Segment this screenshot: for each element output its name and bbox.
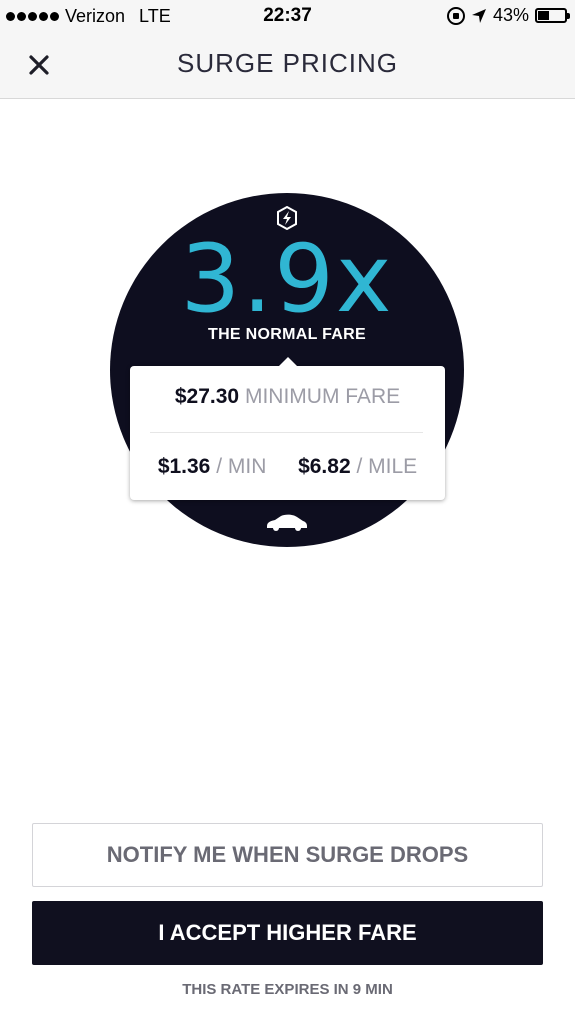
fare-breakdown-card: $27.30 MINIMUM FARE $1.36 / MIN $6.82 / …	[130, 357, 445, 500]
battery-icon	[535, 8, 570, 23]
location-arrow-icon	[471, 8, 486, 23]
card-pointer	[278, 357, 298, 367]
car-icon	[267, 514, 307, 531]
status-bar: Verizon LTE 22:37 43%	[0, 0, 575, 32]
battery-percent: 43%	[492, 5, 529, 25]
per-mile-label: / MILE	[356, 455, 418, 478]
rotation-lock-icon	[446, 6, 465, 25]
minimum-fare-value: $27.30	[174, 385, 240, 408]
nav-bar: SURGE PRICING	[0, 32, 575, 99]
per-minute-label: / MIN	[216, 455, 267, 478]
normal-fare-caption: THE NORMAL FARE	[208, 326, 366, 343]
card-divider	[150, 432, 423, 433]
status-right: 43%	[446, 5, 570, 26]
page-title: SURGE PRICING	[176, 48, 399, 78]
rates-row: $1.36 / MIN $6.82 / MILE	[130, 455, 445, 479]
per-minute-value: $1.36	[157, 455, 211, 478]
rate-expiry-text: THIS RATE EXPIRES IN 9 MIN	[182, 981, 393, 998]
minimum-fare-label: MINIMUM FARE	[244, 385, 401, 408]
minimum-fare-row: $27.30 MINIMUM FARE	[130, 385, 445, 409]
notify-surge-drops-button[interactable]: NOTIFY ME WHEN SURGE DROPS	[32, 823, 543, 887]
surge-multiplier: 3.9x	[180, 225, 394, 334]
accept-higher-fare-button[interactable]: I ACCEPT HIGHER FARE	[32, 901, 543, 965]
per-mile-value: $6.82	[298, 455, 351, 478]
battery-fill	[538, 11, 549, 20]
